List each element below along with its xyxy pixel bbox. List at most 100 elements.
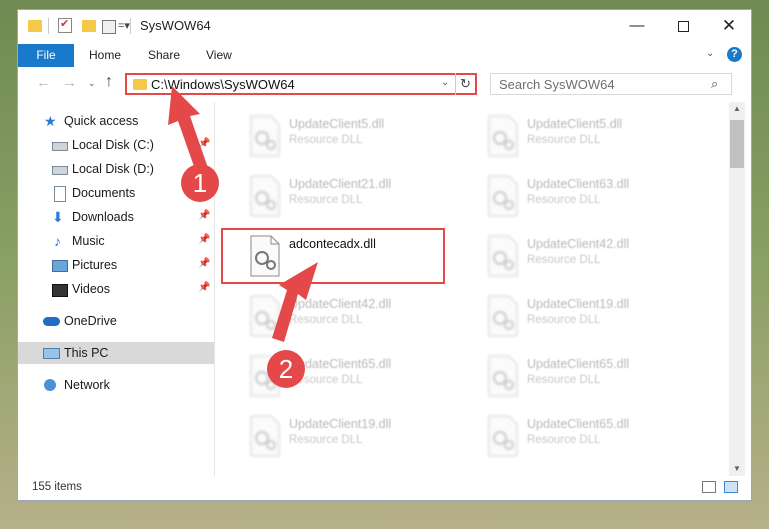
- file-type: Resource DLL: [527, 434, 601, 446]
- search-input[interactable]: Search SysWOW64 ⌕: [490, 73, 732, 95]
- file-name: UpdateClient5.dll: [289, 117, 385, 131]
- file-item[interactable]: UpdateClient65.dll Resource DLL: [475, 350, 705, 408]
- file-item[interactable]: UpdateClient42.dll Resource DLL: [237, 290, 467, 348]
- expand-ribbon-icon[interactable]: ⌄: [706, 48, 714, 59]
- tab-view[interactable]: View: [206, 44, 232, 67]
- file-type: Resource DLL: [289, 194, 363, 206]
- nav-item-label: Local Disk (D:): [72, 162, 154, 176]
- nav-item-local-disk-c[interactable]: Local Disk (C:) 📌: [18, 134, 214, 156]
- file-item[interactable]: UpdateClient65.dll Resource DLL: [475, 410, 705, 468]
- nav-item-quick-access[interactable]: ★ Quick access: [18, 110, 214, 132]
- customize-toolbar-icon[interactable]: =▾: [118, 19, 130, 35]
- dll-file-icon: [488, 115, 518, 157]
- help-icon[interactable]: ?: [727, 47, 742, 62]
- file-name: UpdateClient42.dll: [289, 297, 392, 311]
- file-item[interactable]: UpdateClient19.dll Resource DLL: [475, 290, 705, 348]
- recent-locations-button[interactable]: ⌄: [88, 78, 96, 89]
- address-bar[interactable]: C:\Windows\SysWOW64 ⌄ ↻: [125, 73, 477, 95]
- folder-icon: [133, 79, 147, 90]
- scroll-down-icon[interactable]: ▼: [733, 464, 741, 473]
- tab-share[interactable]: Share: [148, 44, 180, 67]
- picture-icon: [52, 260, 68, 272]
- dll-file-icon: [488, 415, 518, 457]
- up-button[interactable]: ↑: [105, 73, 113, 91]
- scroll-up-icon[interactable]: ▲: [733, 104, 741, 113]
- file-item[interactable]: UpdateClient63.dll Resource DLL: [475, 170, 705, 228]
- file-highlight-box: [221, 228, 445, 284]
- file-type: Resource DLL: [527, 314, 601, 326]
- file-item[interactable]: UpdateClient5.dll Resource DLL: [237, 110, 467, 168]
- nav-item-onedrive[interactable]: OneDrive: [18, 310, 214, 332]
- title-bar: =▾ SysWOW64 — ✕: [18, 10, 751, 42]
- minimize-button[interactable]: —: [614, 10, 660, 42]
- file-name: UpdateClient65.dll: [527, 357, 630, 371]
- dll-file-icon: [250, 115, 280, 157]
- back-button[interactable]: ←: [36, 74, 51, 91]
- properties-check-icon[interactable]: [58, 17, 72, 33]
- network-icon: [44, 379, 56, 391]
- tab-file[interactable]: File: [18, 44, 74, 67]
- details-view-icon[interactable]: [702, 481, 716, 493]
- document-icon: [54, 186, 66, 202]
- nav-item-pictures[interactable]: Pictures 📌: [18, 254, 214, 276]
- file-type: Resource DLL: [527, 374, 601, 386]
- music-icon: ♪: [54, 233, 61, 249]
- address-path[interactable]: C:\Windows\SysWOW64: [151, 77, 295, 92]
- quick-access-properties-icon[interactable]: [102, 20, 116, 34]
- maximize-button[interactable]: [660, 10, 706, 42]
- nav-item-label: Pictures: [72, 258, 118, 272]
- toolbar-separator: [48, 18, 49, 34]
- window-title: SysWOW64: [140, 18, 211, 33]
- nav-item-this-pc[interactable]: This PC: [18, 342, 214, 364]
- file-name: UpdateClient42.dll: [527, 237, 630, 251]
- large-icons-view-icon[interactable]: [724, 481, 738, 493]
- nav-item-videos[interactable]: Videos 📌: [18, 278, 214, 300]
- dll-file-icon: [488, 355, 518, 397]
- dll-file-icon: [250, 175, 280, 217]
- nav-item-label: Documents: [72, 186, 136, 200]
- nav-item-label: This PC: [64, 346, 109, 360]
- search-placeholder: Search SysWOW64: [499, 77, 615, 92]
- nav-item-music[interactable]: ♪ Music 📌: [18, 230, 214, 252]
- close-button[interactable]: ✕: [706, 10, 752, 42]
- address-dropdown-icon[interactable]: ⌄: [441, 77, 449, 88]
- refresh-icon[interactable]: ↻: [460, 76, 471, 92]
- file-item[interactable]: UpdateClient42.dll Resource DLL: [475, 230, 705, 288]
- file-type: Resource DLL: [289, 434, 363, 446]
- forward-button[interactable]: →: [62, 74, 77, 91]
- address-separator: [455, 73, 456, 95]
- navigation-pane: ★ Quick access Local Disk (C:) 📌 Local D…: [18, 102, 214, 476]
- cloud-icon: [43, 317, 60, 326]
- file-name: UpdateClient63.dll: [527, 177, 630, 191]
- new-folder-icon[interactable]: [82, 20, 96, 32]
- search-icon[interactable]: ⌕: [711, 76, 718, 92]
- file-item[interactable]: UpdateClient21.dll Resource DLL: [237, 170, 467, 228]
- file-type: Resource DLL: [289, 134, 363, 146]
- tab-home[interactable]: Home: [89, 44, 121, 67]
- step-2-badge: 2: [267, 350, 305, 388]
- file-item[interactable]: UpdateClient5.dll Resource DLL: [475, 110, 705, 168]
- nav-item-label: Music: [72, 234, 105, 248]
- file-name: UpdateClient21.dll: [289, 177, 392, 191]
- computer-icon: [43, 348, 60, 359]
- step-1-badge: 1: [181, 164, 219, 202]
- vertical-scrollbar[interactable]: ▲ ▼: [729, 102, 745, 476]
- file-name: UpdateClient19.dll: [527, 297, 630, 311]
- scrollbar-thumb[interactable]: [730, 120, 744, 168]
- file-type: Resource DLL: [527, 134, 601, 146]
- file-type: Resource DLL: [289, 314, 363, 326]
- file-name: UpdateClient65.dll: [527, 417, 630, 431]
- status-bar: 155 items: [18, 476, 751, 500]
- dll-file-icon: [488, 295, 518, 337]
- drive-icon: [52, 142, 68, 151]
- dll-file-icon: [488, 235, 518, 277]
- dll-file-icon: [250, 295, 280, 337]
- ribbon-tabs: File Home Share View ⌄ ?: [18, 42, 751, 68]
- address-row: ← → ⌄ ↑ C:\Windows\SysWOW64 ⌄ ↻ Search S…: [18, 68, 751, 100]
- nav-item-downloads[interactable]: ⬇ Downloads 📌: [18, 206, 214, 228]
- file-type: Resource DLL: [527, 254, 601, 266]
- file-item[interactable]: UpdateClient19.dll Resource DLL: [237, 410, 467, 468]
- nav-item-label: Videos: [72, 282, 110, 296]
- nav-item-network[interactable]: Network: [18, 374, 214, 396]
- download-icon: ⬇: [52, 209, 64, 225]
